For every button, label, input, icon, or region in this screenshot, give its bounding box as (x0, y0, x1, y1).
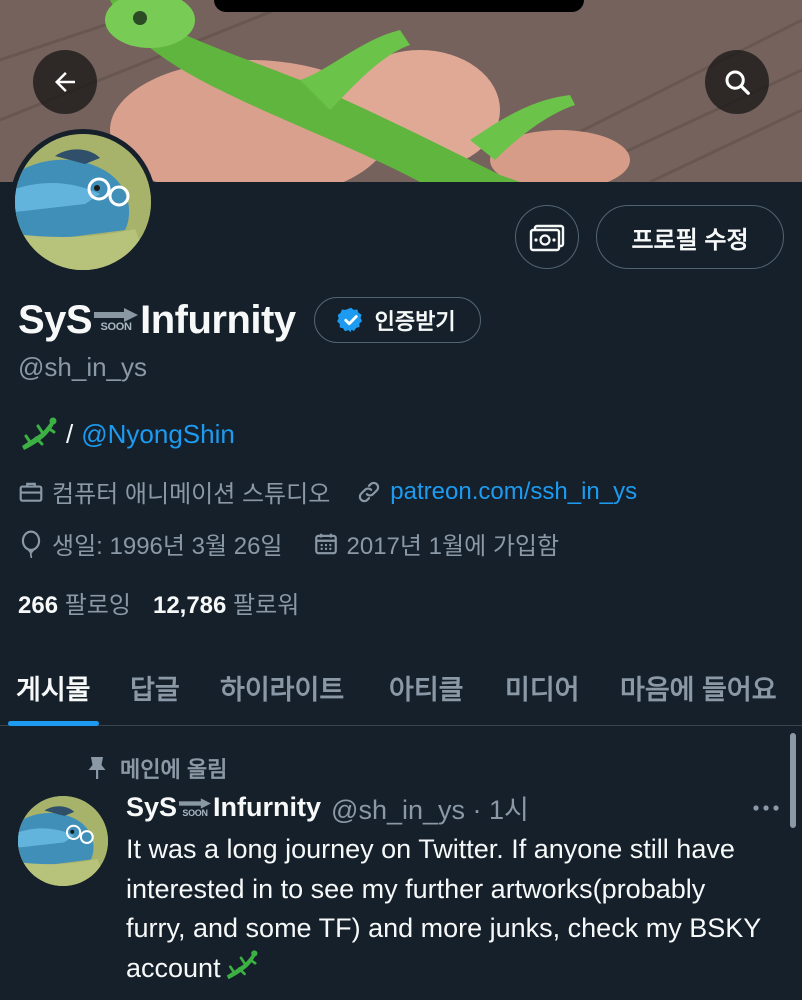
more-options-icon[interactable] (750, 796, 782, 820)
get-verified-button[interactable]: 인증받기 (313, 297, 481, 343)
tweet-header: SyS SOON Infurnity @sh_in_ys · 1시 (126, 788, 529, 827)
back-button[interactable] (33, 50, 97, 114)
followers-link[interactable]: 12,786 팔로워 (153, 585, 299, 620)
calendar-icon (314, 533, 337, 554)
back-arrow-icon (55, 72, 75, 92)
birthday-text: 생일: 1996년 3월 26일 (52, 533, 283, 560)
money-icon (529, 224, 565, 252)
arrow-right-icon (94, 307, 139, 322)
soon-label: SOON (100, 320, 133, 333)
display-name: SyS SOON Infurnity (18, 298, 296, 343)
soon-arrow-badge: SOON (94, 307, 139, 333)
edit-profile-button[interactable]: 프로필 수정 (596, 205, 784, 269)
profile-name-row: SyS SOON Infurnity 인증받기 (18, 292, 481, 348)
verify-label: 인증받기 (374, 309, 456, 334)
scrollbar-thumb[interactable] (790, 733, 796, 828)
profile-meta-row-1: 컴퓨터 애니메이션 스튜디오 patreon.com/ssh_in_ys (18, 474, 637, 509)
search-icon (725, 70, 750, 95)
author-name-right: Infurnity (213, 792, 322, 822)
tip-button[interactable] (515, 205, 579, 269)
tab-replies[interactable]: 답글 (130, 648, 180, 726)
search-button[interactable] (705, 50, 769, 114)
tab-posts[interactable]: 게시물 (8, 648, 99, 726)
soon-arrow-badge: SOON (179, 797, 212, 818)
device-notch (214, 0, 584, 12)
tweet-handle-time: @sh_in_ys · 1시 (331, 795, 529, 825)
balloon-icon (21, 530, 41, 558)
followers-label: 팔로워 (233, 592, 300, 619)
joined-text: 2017년 1월에 가입함 (346, 533, 560, 560)
tweet-author-name[interactable]: SyS SOON Infurnity (126, 792, 321, 823)
birthday-item: 생일: 1996년 3월 26일 (18, 526, 283, 561)
briefcase-icon (19, 482, 43, 502)
tweet-text: It was a long journey on Twitter. If any… (126, 830, 766, 988)
category-item: 컴퓨터 애니메이션 스튜디오 (18, 474, 330, 509)
pinned-indicator: 메인에 올림 (86, 752, 227, 784)
lizard-emoji-icon (226, 949, 258, 979)
avatar-image (18, 796, 108, 886)
tab-highlights[interactable]: 하이라이트 (220, 648, 344, 726)
active-tab-indicator (8, 721, 99, 726)
profile-tabs: 게시물 답글 하이라이트 아티클 미디어 마음에 들어요 (0, 648, 802, 726)
tab-label: 마음에 들어요 (620, 674, 777, 705)
tweet-body: It was a long journey on Twitter. If any… (126, 834, 761, 983)
pinned-label: 메인에 올림 (120, 757, 228, 782)
tab-articles[interactable]: 아티클 (389, 648, 464, 726)
following-label: 팔로잉 (64, 592, 131, 619)
tab-label: 미디어 (505, 674, 580, 705)
website-item[interactable]: patreon.com/ssh_in_ys (356, 478, 637, 506)
bio-separator: / (66, 418, 74, 449)
lizard-emoji-icon (22, 417, 57, 450)
category-text: 컴퓨터 애니메이션 스튜디오 (52, 481, 331, 508)
follow-stats: 266 팔로잉 12,786 팔로워 (18, 585, 299, 620)
tab-likes[interactable]: 마음에 들어요 (620, 648, 777, 726)
bio-mention-link[interactable]: @NyongShin (81, 419, 235, 450)
link-icon (359, 481, 380, 502)
display-name-left: SyS (18, 297, 93, 342)
profile-meta-row-2: 생일: 1996년 3월 26일 2017년 1월에 가입함 (18, 526, 559, 561)
tab-label: 아티클 (389, 674, 464, 705)
profile-bio: / @NyongShin (18, 416, 235, 452)
display-name-right: Infurnity (140, 297, 296, 342)
verified-badge-icon (336, 307, 362, 333)
tweet-avatar[interactable] (18, 796, 108, 886)
author-name-left: SyS (126, 792, 178, 822)
tab-media[interactable]: 미디어 (505, 648, 580, 726)
joined-item: 2017년 1월에 가입함 (313, 526, 560, 561)
pin-icon (88, 757, 106, 779)
followers-count: 12,786 (152, 592, 227, 619)
following-count: 266 (18, 592, 59, 619)
profile-avatar[interactable] (10, 129, 156, 275)
website-link[interactable]: patreon.com/ssh_in_ys (390, 478, 637, 506)
tab-label: 답글 (130, 674, 180, 705)
tab-label: 하이라이트 (220, 674, 345, 705)
avatar-image (15, 134, 151, 270)
soon-label: SOON (182, 807, 208, 818)
tab-label: 게시물 (16, 674, 91, 705)
following-link[interactable]: 266 팔로잉 (18, 585, 131, 620)
profile-handle: @sh_in_ys (18, 352, 148, 382)
